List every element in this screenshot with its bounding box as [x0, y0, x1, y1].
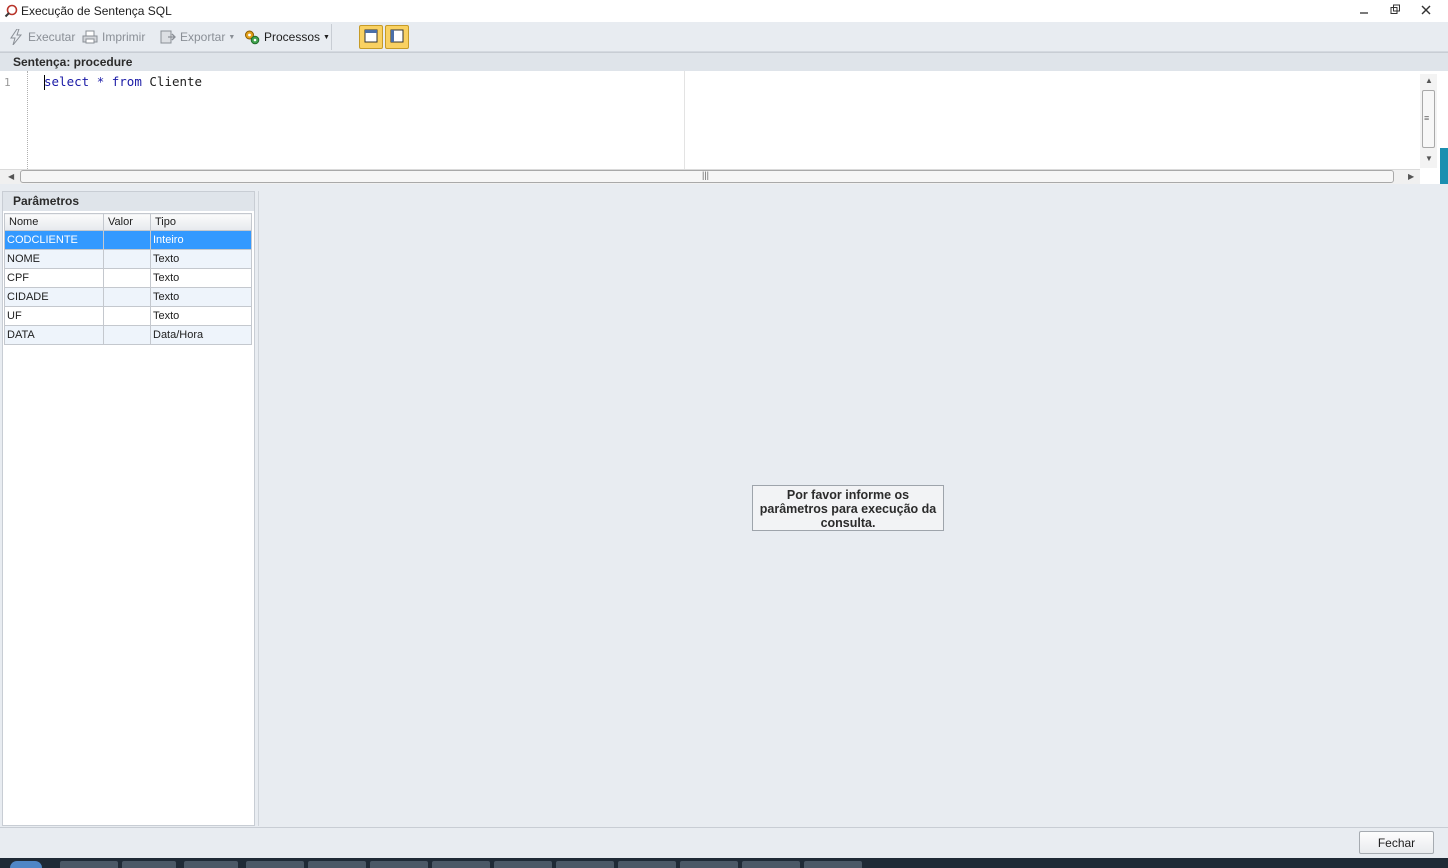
- param-nome[interactable]: CPF: [4, 268, 104, 288]
- taskbar-item[interactable]: [742, 861, 800, 868]
- param-nome[interactable]: NOME: [4, 249, 104, 269]
- layout-horizontal-icon: [364, 29, 378, 46]
- title-bar: Execução de Sentença SQL: [0, 0, 1448, 22]
- side-accent-bar: [1440, 148, 1448, 188]
- processes-label: Processos: [264, 30, 321, 44]
- column-header-nome[interactable]: Nome: [4, 213, 104, 231]
- chevron-down-icon: ▼: [228, 33, 236, 41]
- editor-margin-line: [684, 71, 685, 169]
- close-button[interactable]: Fechar: [1359, 831, 1434, 854]
- execute-label: Executar: [28, 30, 76, 44]
- param-nome[interactable]: CODCLIENTE: [4, 230, 104, 250]
- grip-icon: |||: [702, 170, 710, 180]
- param-valor[interactable]: [103, 230, 151, 250]
- param-tipo[interactable]: Texto: [150, 306, 252, 326]
- sentence-title: Sentença: procedure: [13, 55, 133, 69]
- param-nome[interactable]: CIDADE: [4, 287, 104, 307]
- sentence-header: Sentença: procedure: [0, 52, 1448, 71]
- sql-editor[interactable]: [0, 71, 1438, 169]
- taskbar-item[interactable]: [370, 861, 428, 868]
- close-icon: [1421, 4, 1431, 18]
- param-valor[interactable]: [103, 306, 151, 326]
- toolbar-divider: [331, 24, 332, 50]
- param-valor[interactable]: [103, 249, 151, 269]
- start-button[interactable]: [10, 861, 42, 868]
- scroll-left-icon[interactable]: ◀: [8, 172, 14, 181]
- restore-icon: [1390, 4, 1401, 18]
- table-row[interactable]: NOME Texto: [4, 249, 252, 269]
- scroll-right-icon[interactable]: ▶: [1408, 172, 1414, 181]
- taskbar-item[interactable]: [60, 861, 118, 868]
- scroll-up-icon[interactable]: ▲: [1425, 76, 1433, 85]
- gutter-divider: [27, 71, 28, 169]
- param-valor[interactable]: [103, 325, 151, 345]
- param-nome[interactable]: DATA: [4, 325, 104, 345]
- taskbar-item[interactable]: [308, 861, 366, 868]
- execute-button[interactable]: Executar: [8, 27, 75, 47]
- grip-icon: ≡: [1424, 113, 1430, 123]
- column-header-valor[interactable]: Valor: [103, 213, 151, 231]
- layout-horizontal-button[interactable]: [359, 25, 383, 49]
- taskbar-item[interactable]: [618, 861, 676, 868]
- param-tipo[interactable]: Texto: [150, 287, 252, 307]
- keyword-select: select: [44, 74, 90, 89]
- param-valor[interactable]: [103, 287, 151, 307]
- close-window-button[interactable]: [1414, 2, 1438, 20]
- printer-icon: [82, 29, 98, 45]
- column-header-tipo[interactable]: Tipo: [150, 213, 252, 231]
- table-row[interactable]: CIDADE Texto: [4, 287, 252, 307]
- export-label: Exportar: [180, 30, 226, 44]
- taskbar-item[interactable]: [122, 861, 176, 868]
- processes-button[interactable]: Processos ▼: [244, 27, 330, 47]
- print-label: Imprimir: [102, 30, 146, 44]
- param-tipo[interactable]: Texto: [150, 249, 252, 269]
- taskbar-item[interactable]: [432, 861, 490, 868]
- param-tipo[interactable]: Data/Hora: [150, 325, 252, 345]
- taskbar-item[interactable]: [680, 861, 738, 868]
- param-nome[interactable]: UF: [4, 306, 104, 326]
- table-row[interactable]: UF Texto: [4, 306, 252, 326]
- param-tipo[interactable]: Inteiro: [150, 230, 252, 250]
- param-valor[interactable]: [103, 268, 151, 288]
- export-button[interactable]: Exportar ▼: [160, 27, 235, 47]
- table-row[interactable]: DATA Data/Hora: [4, 325, 252, 345]
- taskbar-item[interactable]: [246, 861, 304, 868]
- parameters-header: Parâmetros: [3, 192, 254, 211]
- taskbar-item[interactable]: [804, 861, 862, 868]
- layout-vertical-icon: [390, 29, 404, 46]
- taskbar-item[interactable]: [556, 861, 614, 868]
- text-caret: [44, 75, 45, 90]
- keyword-from: from: [111, 74, 142, 89]
- gears-icon: [244, 29, 260, 45]
- sql-code[interactable]: select * from Cliente: [44, 74, 202, 89]
- print-button[interactable]: Imprimir: [82, 27, 145, 47]
- export-icon: [160, 29, 176, 45]
- chevron-down-icon: ▼: [323, 33, 330, 41]
- table-row[interactable]: CODCLIENTE Inteiro: [4, 230, 252, 250]
- taskbar-item[interactable]: [494, 861, 552, 868]
- parameters-grid: Nome Valor Tipo CODCLIENTE Inteiro NOME …: [4, 213, 252, 345]
- table-name: Cliente: [149, 74, 203, 89]
- taskbar-item[interactable]: [184, 861, 238, 868]
- info-message: Por favor informe os parâmetros para exe…: [752, 485, 944, 531]
- minimize-button[interactable]: [1352, 2, 1376, 20]
- minimize-icon: [1359, 4, 1369, 18]
- lightning-icon: [8, 29, 24, 45]
- restore-button[interactable]: [1383, 2, 1407, 20]
- layout-vertical-button[interactable]: [385, 25, 409, 49]
- param-tipo[interactable]: Texto: [150, 268, 252, 288]
- scroll-down-icon[interactable]: ▼: [1425, 154, 1433, 163]
- sql-app-icon: [4, 4, 18, 18]
- parameters-title: Parâmetros: [13, 194, 80, 208]
- window-title: Execução de Sentença SQL: [21, 4, 172, 18]
- operator-star: *: [96, 74, 105, 89]
- footer-bar: [0, 827, 1448, 858]
- line-number: 1: [4, 76, 11, 89]
- table-row[interactable]: CPF Texto: [4, 268, 252, 288]
